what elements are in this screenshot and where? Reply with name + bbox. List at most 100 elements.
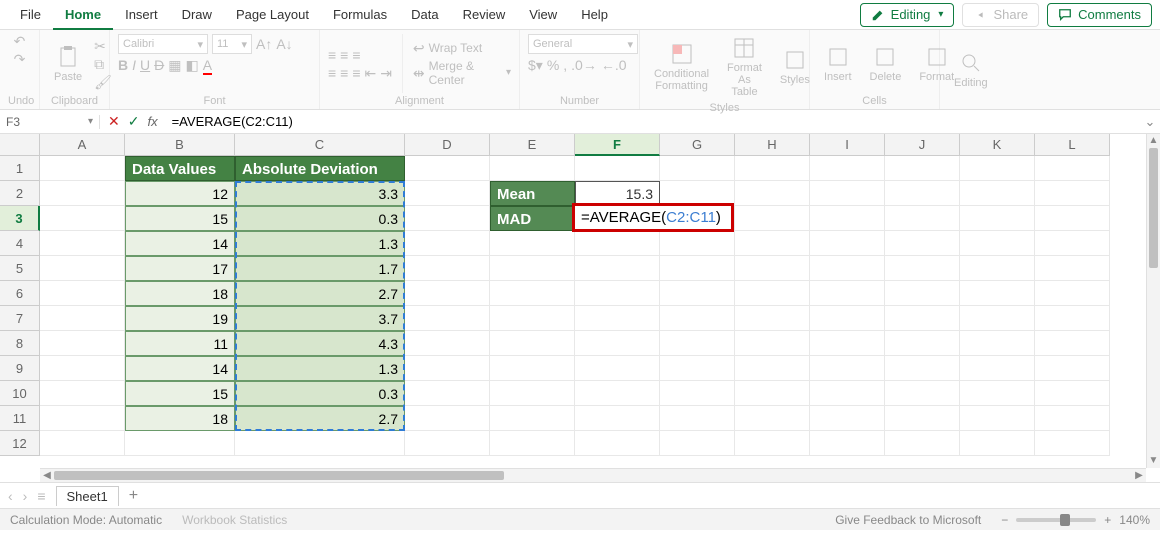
cell-G5[interactable] xyxy=(660,256,735,281)
cell-E12[interactable] xyxy=(490,431,575,456)
cell-H8[interactable] xyxy=(735,331,810,356)
cell-I8[interactable] xyxy=(810,331,885,356)
cell-D8[interactable] xyxy=(405,331,490,356)
row-header-1[interactable]: 1 xyxy=(0,156,40,181)
expand-formula-bar-icon[interactable]: ⌄ xyxy=(1140,114,1160,130)
comments-button[interactable]: Comments xyxy=(1047,3,1152,27)
cell-H12[interactable] xyxy=(735,431,810,456)
row-header-6[interactable]: 6 xyxy=(0,281,40,306)
cell-B6[interactable]: 18 xyxy=(125,281,235,306)
cell-A9[interactable] xyxy=(40,356,125,381)
row-header-2[interactable]: 2 xyxy=(0,181,40,206)
border-icon[interactable]: ▦ xyxy=(168,58,181,72)
cell-A1[interactable] xyxy=(40,156,125,181)
cell-K2[interactable] xyxy=(960,181,1035,206)
cell-L8[interactable] xyxy=(1035,331,1110,356)
cell-I6[interactable] xyxy=(810,281,885,306)
scroll-left-icon[interactable]: ◀ xyxy=(40,470,54,481)
cell-H1[interactable] xyxy=(735,156,810,181)
cell-K4[interactable] xyxy=(960,231,1035,256)
cell-D3[interactable] xyxy=(405,206,490,231)
cell-G9[interactable] xyxy=(660,356,735,381)
cell-A8[interactable] xyxy=(40,331,125,356)
col-header-F[interactable]: F xyxy=(575,134,660,156)
inc-decimal-icon[interactable]: .0→ xyxy=(571,58,597,72)
cell-A12[interactable] xyxy=(40,431,125,456)
cell-L3[interactable] xyxy=(1035,206,1110,231)
cell-D12[interactable] xyxy=(405,431,490,456)
zoom-in-icon[interactable]: + xyxy=(1104,513,1111,527)
cell-D1[interactable] xyxy=(405,156,490,181)
row-header-5[interactable]: 5 xyxy=(0,256,40,281)
zoom-knob[interactable] xyxy=(1060,514,1070,526)
strike-icon[interactable]: D xyxy=(154,58,164,72)
select-all-corner[interactable] xyxy=(0,134,40,156)
fx-icon[interactable]: fx xyxy=(147,114,157,129)
cell-H2[interactable] xyxy=(735,181,810,206)
cell-F11[interactable] xyxy=(575,406,660,431)
col-header-K[interactable]: K xyxy=(960,134,1035,156)
zoom-control[interactable]: − + 140% xyxy=(1001,513,1150,527)
row-header-7[interactable]: 7 xyxy=(0,306,40,331)
cell-L11[interactable] xyxy=(1035,406,1110,431)
cell-B1[interactable]: Data Values xyxy=(125,156,235,181)
cell-G6[interactable] xyxy=(660,281,735,306)
cell-K8[interactable] xyxy=(960,331,1035,356)
cell-B9[interactable]: 14 xyxy=(125,356,235,381)
cell-I9[interactable] xyxy=(810,356,885,381)
font-size-select[interactable]: 11▾ xyxy=(212,34,252,54)
tab-file[interactable]: File xyxy=(8,0,53,30)
cell-E11[interactable] xyxy=(490,406,575,431)
underline-icon[interactable]: U xyxy=(140,58,150,72)
cell-E9[interactable] xyxy=(490,356,575,381)
row-header-10[interactable]: 10 xyxy=(0,381,40,406)
cell-K1[interactable] xyxy=(960,156,1035,181)
scroll-up-icon[interactable]: ▲ xyxy=(1147,134,1160,148)
wrap-text-button[interactable]: ↩Wrap Text xyxy=(413,41,511,55)
cell-L4[interactable] xyxy=(1035,231,1110,256)
cell-L1[interactable] xyxy=(1035,156,1110,181)
cell-J5[interactable] xyxy=(885,256,960,281)
cells-area[interactable]: Data Values Absolute Deviation 123.3Mean… xyxy=(40,156,1146,468)
cell-H10[interactable] xyxy=(735,381,810,406)
sheet-tab-sheet1[interactable]: Sheet1 xyxy=(56,486,119,506)
col-header-L[interactable]: L xyxy=(1035,134,1110,156)
cell-E3[interactable]: MAD xyxy=(490,206,575,231)
align-bot-icon[interactable]: ≡ xyxy=(352,48,360,62)
cell-J2[interactable] xyxy=(885,181,960,206)
cell-D10[interactable] xyxy=(405,381,490,406)
cell-L6[interactable] xyxy=(1035,281,1110,306)
cell-L12[interactable] xyxy=(1035,431,1110,456)
row-header-8[interactable]: 8 xyxy=(0,331,40,356)
cell-G12[interactable] xyxy=(660,431,735,456)
cell-H7[interactable] xyxy=(735,306,810,331)
cell-L5[interactable] xyxy=(1035,256,1110,281)
cell-K10[interactable] xyxy=(960,381,1035,406)
name-box[interactable]: F3 ▾ xyxy=(0,115,100,129)
hscroll-thumb[interactable] xyxy=(54,471,504,480)
col-header-D[interactable]: D xyxy=(405,134,490,156)
cell-D9[interactable] xyxy=(405,356,490,381)
cell-B4[interactable]: 14 xyxy=(125,231,235,256)
increase-font-icon[interactable]: A↑ xyxy=(256,37,272,51)
cell-J6[interactable] xyxy=(885,281,960,306)
cell-I4[interactable] xyxy=(810,231,885,256)
cell-F1[interactable] xyxy=(575,156,660,181)
font-name-select[interactable]: Calibri▾ xyxy=(118,34,208,54)
number-format-select[interactable]: General▾ xyxy=(528,34,638,54)
cell-G2[interactable] xyxy=(660,181,735,206)
col-header-J[interactable]: J xyxy=(885,134,960,156)
feedback-link[interactable]: Give Feedback to Microsoft xyxy=(835,513,981,527)
cell-J4[interactable] xyxy=(885,231,960,256)
cell-A11[interactable] xyxy=(40,406,125,431)
cell-F9[interactable] xyxy=(575,356,660,381)
cell-H5[interactable] xyxy=(735,256,810,281)
fill-color-icon[interactable]: ◧ xyxy=(186,58,199,72)
cell-I12[interactable] xyxy=(810,431,885,456)
zoom-out-icon[interactable]: − xyxy=(1001,513,1008,527)
cell-E5[interactable] xyxy=(490,256,575,281)
tab-formulas[interactable]: Formulas xyxy=(321,0,399,30)
sheet-nav-prev-icon[interactable]: ‹ xyxy=(8,488,13,504)
cell-J10[interactable] xyxy=(885,381,960,406)
cell-E10[interactable] xyxy=(490,381,575,406)
